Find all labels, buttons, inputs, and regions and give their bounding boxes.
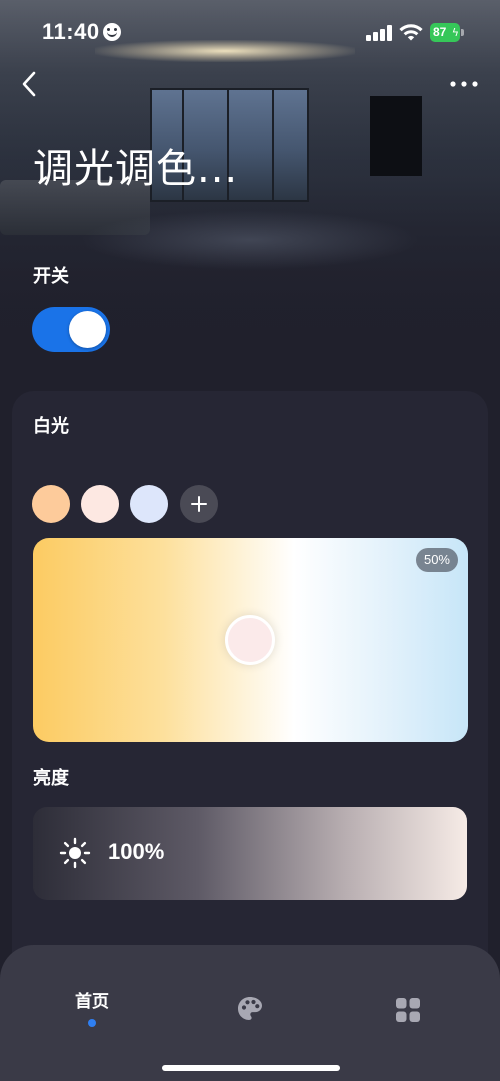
cellular-signal-icon <box>366 25 392 41</box>
grid-icon[interactable] <box>395 990 421 1030</box>
home-indicator[interactable] <box>162 1065 340 1071</box>
nav-home-label: 首页 <box>75 992 109 1012</box>
more-options-icon[interactable] <box>444 72 484 96</box>
status-bar: 11:40 87 ϟ <box>0 0 500 64</box>
nav-tab-home[interactable]: 首页 <box>60 985 124 1027</box>
status-time: 11:40 <box>42 19 100 44</box>
power-toggle[interactable] <box>32 307 110 352</box>
bottom-navigation: 首页 <box>0 945 500 1081</box>
temperature-badge: 50% <box>415 548 458 572</box>
plus-icon <box>191 496 207 512</box>
palette-icon[interactable] <box>236 989 264 1029</box>
add-preset-button[interactable] <box>180 485 218 523</box>
app-screen: 11:40 87 ϟ 调光调色... 开关 白光 50% 亮度 100% 首页 <box>0 0 500 1081</box>
preset-warm-swatch[interactable] <box>32 485 70 523</box>
active-tab-dot <box>88 1019 96 1027</box>
floor-reflection <box>80 210 420 270</box>
brightness-label: 亮度 <box>33 768 69 789</box>
smiley-face-icon <box>103 23 121 41</box>
brightness-value: 100% <box>108 839 165 864</box>
white-light-label: 白光 <box>33 416 69 437</box>
page-title: 调光调色... <box>33 146 239 192</box>
temperature-handle[interactable] <box>225 615 275 665</box>
charging-bolt-icon: ϟ <box>451 26 459 39</box>
sun-icon <box>59 837 91 869</box>
color-temperature-panel[interactable]: 50% <box>33 538 468 742</box>
toggle-knob <box>69 311 106 348</box>
battery-percent: 87 <box>433 25 447 39</box>
brightness-slider[interactable]: 100% <box>33 807 467 900</box>
back-chevron-icon[interactable] <box>16 66 42 102</box>
preset-neutral-swatch[interactable] <box>81 485 119 523</box>
power-label: 开关 <box>33 266 69 287</box>
tv-image <box>370 96 422 176</box>
battery-indicator: 87 ϟ <box>430 23 464 42</box>
preset-cool-swatch[interactable] <box>130 485 168 523</box>
wifi-icon <box>399 24 423 41</box>
battery-cap <box>461 29 464 36</box>
